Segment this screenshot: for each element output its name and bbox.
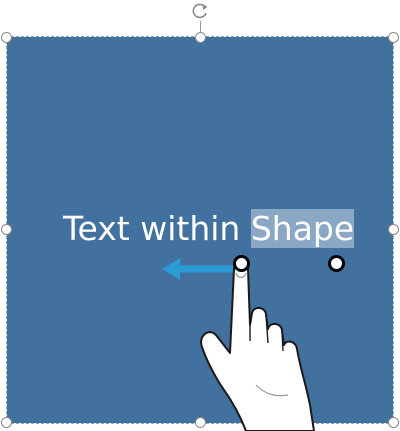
resize-handle-bottom-left[interactable] xyxy=(1,417,12,428)
resize-handle-top-left[interactable] xyxy=(1,32,12,43)
selection-end-handle[interactable] xyxy=(328,255,345,272)
resize-handle-top[interactable] xyxy=(195,32,206,43)
resize-handle-bottom-right[interactable] xyxy=(388,417,399,428)
hand-pointer-icon xyxy=(200,262,315,431)
resize-handle-top-right[interactable] xyxy=(388,32,399,43)
rotate-icon[interactable] xyxy=(190,1,210,21)
shape-text-unselected: Text within xyxy=(63,209,251,248)
selection-start-handle[interactable] xyxy=(233,255,250,272)
shape-text[interactable]: Text within Shape xyxy=(63,206,355,252)
resize-handle-right[interactable] xyxy=(388,224,399,235)
shape-text-selected: Shape xyxy=(250,209,355,248)
resize-handle-left[interactable] xyxy=(1,224,12,235)
